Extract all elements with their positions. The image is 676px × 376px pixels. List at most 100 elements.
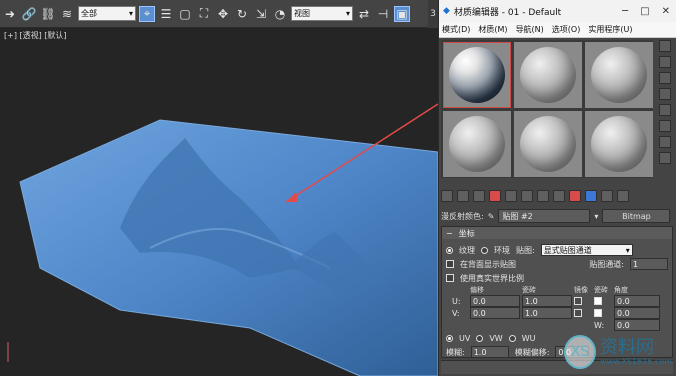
window-crossing-icon[interactable]: ⛶	[196, 6, 212, 22]
show-shaded-material-icon[interactable]	[569, 190, 581, 202]
v-mirror-checkbox[interactable]	[574, 309, 582, 317]
u-tiling-input[interactable]: 1.0	[522, 295, 572, 307]
perspective-viewport[interactable]	[0, 28, 438, 376]
move-icon[interactable]: ✥	[215, 6, 231, 22]
mapping-dropdown[interactable]: 显式贴图通道 ▾	[540, 244, 633, 256]
rectangle-select-icon[interactable]: ▢	[177, 6, 193, 22]
texture-radio[interactable]	[446, 246, 453, 254]
v-tiling-input[interactable]: 1.0	[522, 307, 572, 319]
go-to-parent-icon[interactable]	[601, 190, 613, 202]
uv-tiling-icon[interactable]	[659, 88, 671, 100]
v-axis-label: V:	[452, 308, 460, 318]
go-forward-icon[interactable]	[617, 190, 629, 202]
select-by-name-icon[interactable]: ☰	[158, 6, 174, 22]
rotate-icon[interactable]: ↻	[234, 6, 250, 22]
pointer-icon[interactable]: ➜	[2, 6, 18, 22]
u-row: U: 0.0 1.0 0.0	[446, 295, 668, 307]
vw-radio[interactable]	[476, 334, 484, 342]
put-to-scene-icon[interactable]	[457, 190, 469, 202]
options-icon[interactable]	[659, 136, 671, 148]
reference-coord-value: 视图	[294, 9, 310, 18]
v-tile-checkbox[interactable]	[594, 309, 602, 317]
viewport-tab[interactable]: 3	[428, 0, 438, 28]
v-row: V: 0.0 1.0 0.0	[446, 307, 668, 319]
menu-options[interactable]: 选项(O)	[552, 24, 581, 35]
u-mirror-checkbox[interactable]	[574, 297, 582, 305]
map-channel-input[interactable]: 1	[630, 258, 668, 270]
minimize-button[interactable]: ─	[622, 6, 628, 17]
v-angle-input[interactable]: 0.0	[614, 307, 660, 319]
main-toolbar: ➜ 🔗 ⛓ ≋ 全部 ▾ ⌖ ☰ ▢ ⛶ ✥ ↻ ⇲ ◔ 视图 ▾ ⇄ ⊣ ▣	[0, 0, 432, 28]
sample-slot-2[interactable]	[514, 42, 582, 108]
sample-slot-4[interactable]	[443, 111, 511, 177]
wu-radio[interactable]	[508, 334, 516, 342]
background-icon[interactable]	[659, 72, 671, 84]
material-sphere	[520, 47, 576, 103]
render-frame-icon[interactable]: ▣	[394, 5, 410, 22]
watermark-logo: XS	[564, 335, 597, 369]
map-name-field[interactable]: 贴图 #2	[498, 209, 591, 223]
place-icon[interactable]: ◔	[272, 6, 288, 22]
material-sphere	[591, 47, 647, 103]
sample-slot-6[interactable]	[585, 111, 653, 177]
make-unique-icon[interactable]	[521, 190, 533, 202]
material-id-icon[interactable]	[553, 190, 565, 202]
u-angle-input[interactable]: 0.0	[614, 295, 660, 307]
map-dropdown-icon[interactable]: ▾	[594, 212, 598, 221]
link-icon[interactable]: 🔗	[21, 6, 37, 22]
material-sphere	[449, 47, 505, 103]
rollout-header[interactable]: − 坐标	[442, 227, 672, 239]
close-button[interactable]: ✕	[662, 6, 670, 17]
real-world-checkbox[interactable]	[446, 274, 454, 282]
uv-radio[interactable]	[446, 334, 453, 342]
sample-slot-3[interactable]	[585, 42, 653, 108]
environment-radio[interactable]	[481, 246, 488, 254]
menu-navigation[interactable]: 导航(N)	[516, 24, 544, 35]
viewport-label[interactable]: [+] [透视] [默认]	[4, 30, 67, 41]
v-offset-input[interactable]: 0.0	[470, 307, 520, 319]
copy-material-icon[interactable]	[505, 190, 517, 202]
backlight-icon[interactable]	[659, 56, 671, 68]
assign-material-icon[interactable]	[473, 190, 485, 202]
map-type-button[interactable]: Bitmap	[602, 209, 671, 223]
menu-mode[interactable]: 模式(D)	[442, 24, 470, 35]
reference-coord-dropdown[interactable]: 视图 ▾	[291, 6, 353, 21]
select-object-icon[interactable]: ⌖	[139, 5, 155, 22]
reset-map-icon[interactable]	[489, 190, 501, 202]
get-material-icon[interactable]	[441, 190, 453, 202]
eyedropper-icon[interactable]: ✎	[488, 212, 495, 221]
mapping-label: 贴图:	[516, 245, 535, 255]
preview-icon[interactable]	[659, 120, 671, 132]
blur-offset-label: 模糊偏移:	[514, 347, 550, 357]
real-world-label: 使用真实世界比例	[460, 273, 524, 283]
show-back-checkbox[interactable]	[446, 260, 454, 268]
real-world-row: 使用真实世界比例	[446, 271, 668, 285]
wu-label: WU	[521, 333, 536, 343]
u-tile-checkbox[interactable]	[594, 297, 602, 305]
u-offset-input[interactable]: 0.0	[470, 295, 520, 307]
maximize-button[interactable]: □	[640, 6, 649, 17]
menu-utilities[interactable]: 实用程序(U)	[588, 24, 632, 35]
sample-slot-1[interactable]	[443, 42, 511, 108]
bind-icon[interactable]: ≋	[59, 6, 75, 22]
video-color-check-icon[interactable]	[659, 104, 671, 116]
select-by-material-icon[interactable]	[659, 152, 671, 164]
uv-label: UV	[459, 333, 471, 343]
filter-value: 全部	[81, 9, 97, 18]
terrain-scene	[7, 103, 438, 376]
chevron-down-icon: ▾	[128, 9, 133, 18]
coordinates-header: 偏移 瓷砖 镜像 瓷砖 角度	[446, 285, 668, 295]
mirror-icon[interactable]: ⊣	[375, 6, 391, 22]
sample-slot-5[interactable]	[514, 111, 582, 177]
show-end-result-icon[interactable]	[585, 190, 597, 202]
sample-type-icon[interactable]	[659, 40, 671, 52]
pivot-icon[interactable]: ⇄	[356, 6, 372, 22]
menu-material[interactable]: 材质(M)	[478, 24, 507, 35]
filter-dropdown[interactable]: 全部 ▾	[78, 6, 136, 21]
tile-header: 瓷砖	[594, 286, 608, 294]
offset-header: 偏移	[470, 286, 484, 294]
unlink-icon[interactable]: ⛓	[40, 6, 56, 22]
blur-input[interactable]: 1.0	[470, 346, 509, 358]
scale-icon[interactable]: ⇲	[253, 6, 269, 22]
put-to-library-icon[interactable]	[537, 190, 549, 202]
